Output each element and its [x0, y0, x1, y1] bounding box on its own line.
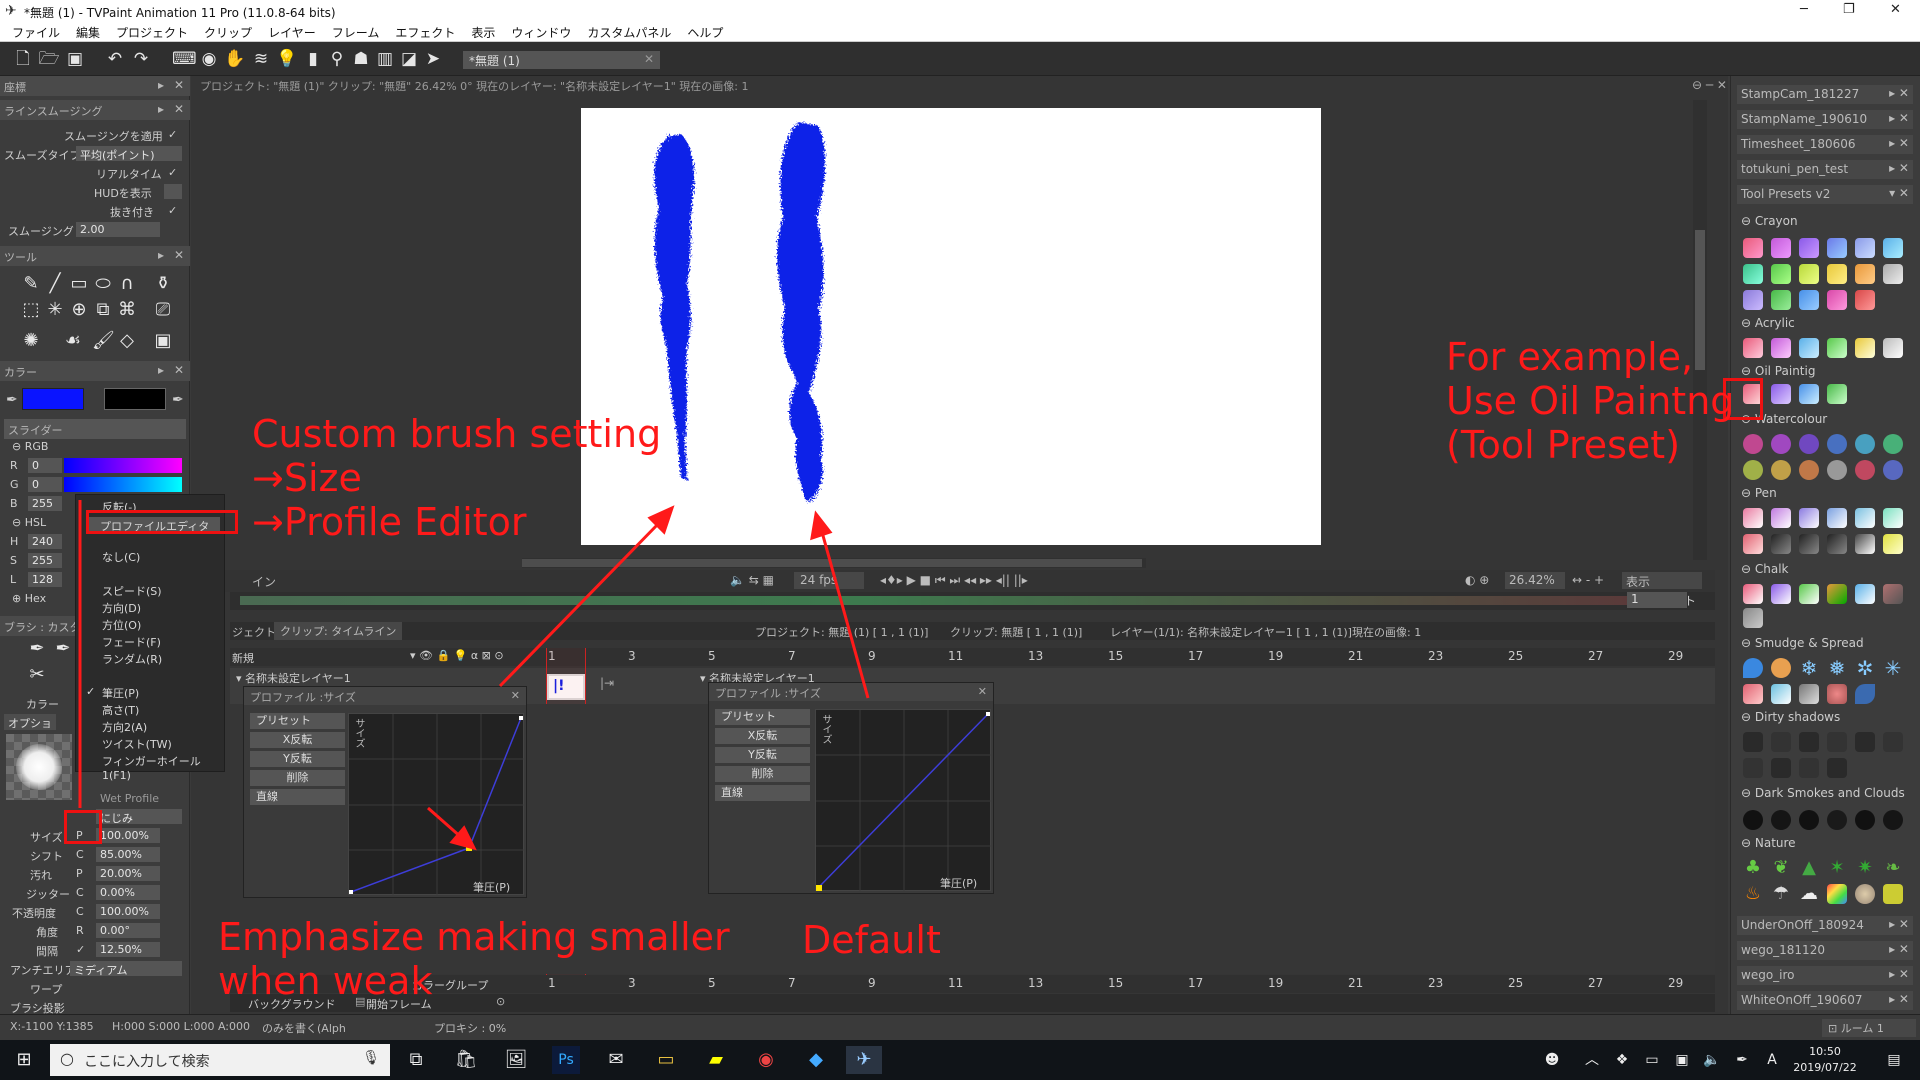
annotation-emphasize: Emphasize making smaller when weak: [218, 915, 730, 1003]
annotation-example: For example, Use Oil Paintng (Tool Preset): [1446, 335, 1735, 467]
annotation-custom-brush: Custom brush setting →Size →Profile Editor: [252, 412, 662, 544]
tvpaint-window: ✈ *無題 (1) - TVPaint Animation 11 Pro (11…: [0, 0, 1920, 1080]
annotation-default: Default: [802, 918, 941, 962]
